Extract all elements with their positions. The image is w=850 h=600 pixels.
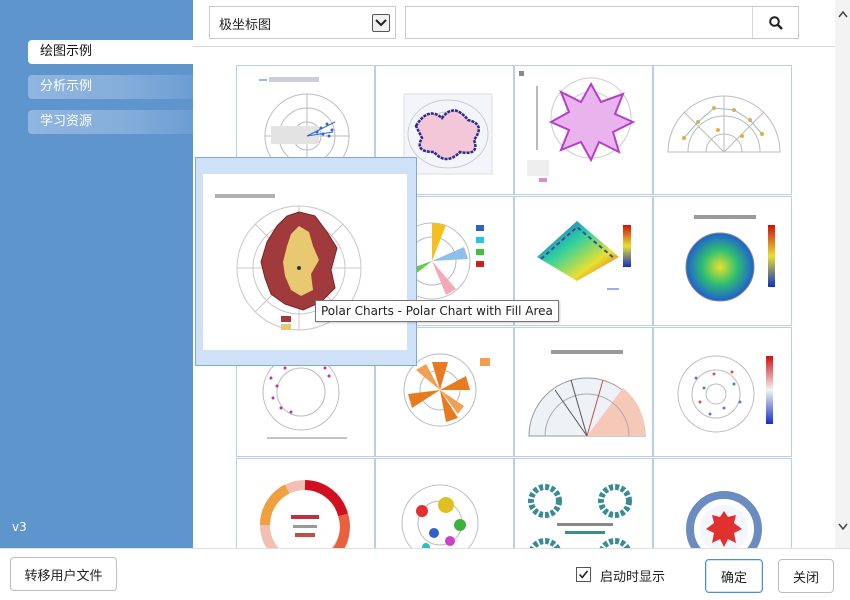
thumbnail-image — [686, 491, 762, 548]
preview-image — [203, 174, 407, 350]
thumbnail-image — [259, 480, 350, 548]
scrollbar-thumb[interactable] — [837, 28, 848, 508]
sidebar-item-analysis-examples[interactable]: 分析示例 — [28, 75, 193, 99]
sidebar-item-label: 学习资源 — [40, 114, 93, 129]
search-box — [405, 6, 799, 39]
sidebar-item-learning-resources[interactable]: 学习资源 — [28, 110, 193, 134]
category-select[interactable]: 极坐标图 — [209, 6, 396, 39]
tooltip: Polar Charts - Polar Chart with Fill Are… — [315, 300, 559, 322]
chevron-down-icon[interactable] — [372, 14, 390, 32]
search-icon — [768, 15, 783, 30]
vertical-scrollbar[interactable] — [835, 0, 850, 548]
thumbnail-image — [528, 350, 646, 437]
thumbnail-image — [667, 95, 781, 153]
ok-button[interactable]: 确定 — [705, 559, 763, 593]
show-on-startup-label: 启动时显示 — [600, 570, 666, 585]
sidebar-item-label: 绘图示例 — [40, 44, 93, 59]
thumbnail-electron-transitions[interactable] — [514, 327, 653, 457]
search-button[interactable] — [752, 7, 798, 38]
thumbnail-circular-heat[interactable] — [653, 458, 792, 548]
thumbnail-semicircle-polar[interactable] — [653, 65, 792, 195]
show-on-startup-checkbox[interactable] — [576, 567, 591, 582]
gallery-dialog: 绘图示例 分析示例 学习资源 v3 极坐标图 Polar Charts - Po… — [0, 0, 850, 600]
close-button[interactable]: 关闭 — [778, 559, 834, 593]
sidebar-item-plot-examples[interactable]: 绘图示例 — [28, 40, 193, 64]
footer: 转移用户文件 启动时显示 确定 关闭 — [0, 548, 850, 600]
thumbnail-polar-colormap[interactable] — [653, 327, 792, 457]
thumbnail-temperature-contour[interactable] — [653, 196, 792, 326]
check-icon — [578, 570, 589, 579]
thumbnail-polar-radar-fill[interactable] — [514, 65, 653, 195]
transfer-user-files-button[interactable]: 转移用户文件 — [10, 557, 117, 591]
category-select-value: 极坐标图 — [219, 18, 272, 33]
thumbnail-image — [401, 484, 479, 548]
thumbnail-image — [677, 355, 773, 433]
sidebar: 绘图示例 分析示例 学习资源 v3 — [0, 0, 193, 548]
thumbnail-image — [685, 215, 775, 302]
antenna-efficiency-chart — [215, 194, 362, 331]
thumbnail-hover-preview[interactable]: 1 — [195, 157, 417, 366]
thumbnail-covid19-donut[interactable] — [236, 458, 375, 548]
sidebar-item-label: 分析示例 — [40, 79, 93, 94]
thumbnail-polar-bubble[interactable] — [375, 458, 514, 548]
thumbnail-population-rings[interactable] — [514, 458, 653, 548]
search-input[interactable] — [406, 7, 752, 38]
toolbar-divider — [193, 46, 835, 47]
thumbnail-image — [528, 484, 632, 548]
thumbnail-image — [519, 71, 636, 182]
scroll-up-icon[interactable] — [835, 6, 850, 22]
version-label: v3 — [12, 520, 27, 534]
scroll-down-icon[interactable] — [835, 518, 850, 534]
